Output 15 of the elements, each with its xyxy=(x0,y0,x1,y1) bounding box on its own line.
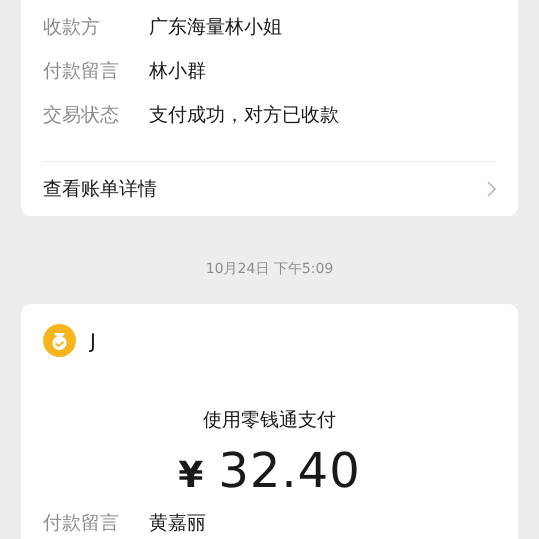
chevron-right-icon xyxy=(487,181,496,197)
field-label: 收款方 xyxy=(43,15,101,40)
payment-method: 使用零钱通支付 xyxy=(202,408,337,433)
field-label: 交易状态 xyxy=(43,103,120,128)
field-value: 林小群 xyxy=(149,59,206,84)
field-label: 付款留言 xyxy=(43,511,120,536)
field-value: 黄嘉丽 xyxy=(149,511,206,536)
field-value: 支付成功，对方已收款 xyxy=(149,103,339,128)
payer-name: J xyxy=(90,328,96,352)
amount: ¥ 32.40 xyxy=(177,443,362,499)
bill-details-link[interactable]: 查看账单详情 xyxy=(43,162,496,216)
field-label: 付款留言 xyxy=(43,59,120,84)
timestamp: 10月24日 下午5:09 xyxy=(206,261,334,277)
field-value: 广东海量林小姐 xyxy=(149,15,282,40)
coin-bag-icon xyxy=(43,324,76,357)
